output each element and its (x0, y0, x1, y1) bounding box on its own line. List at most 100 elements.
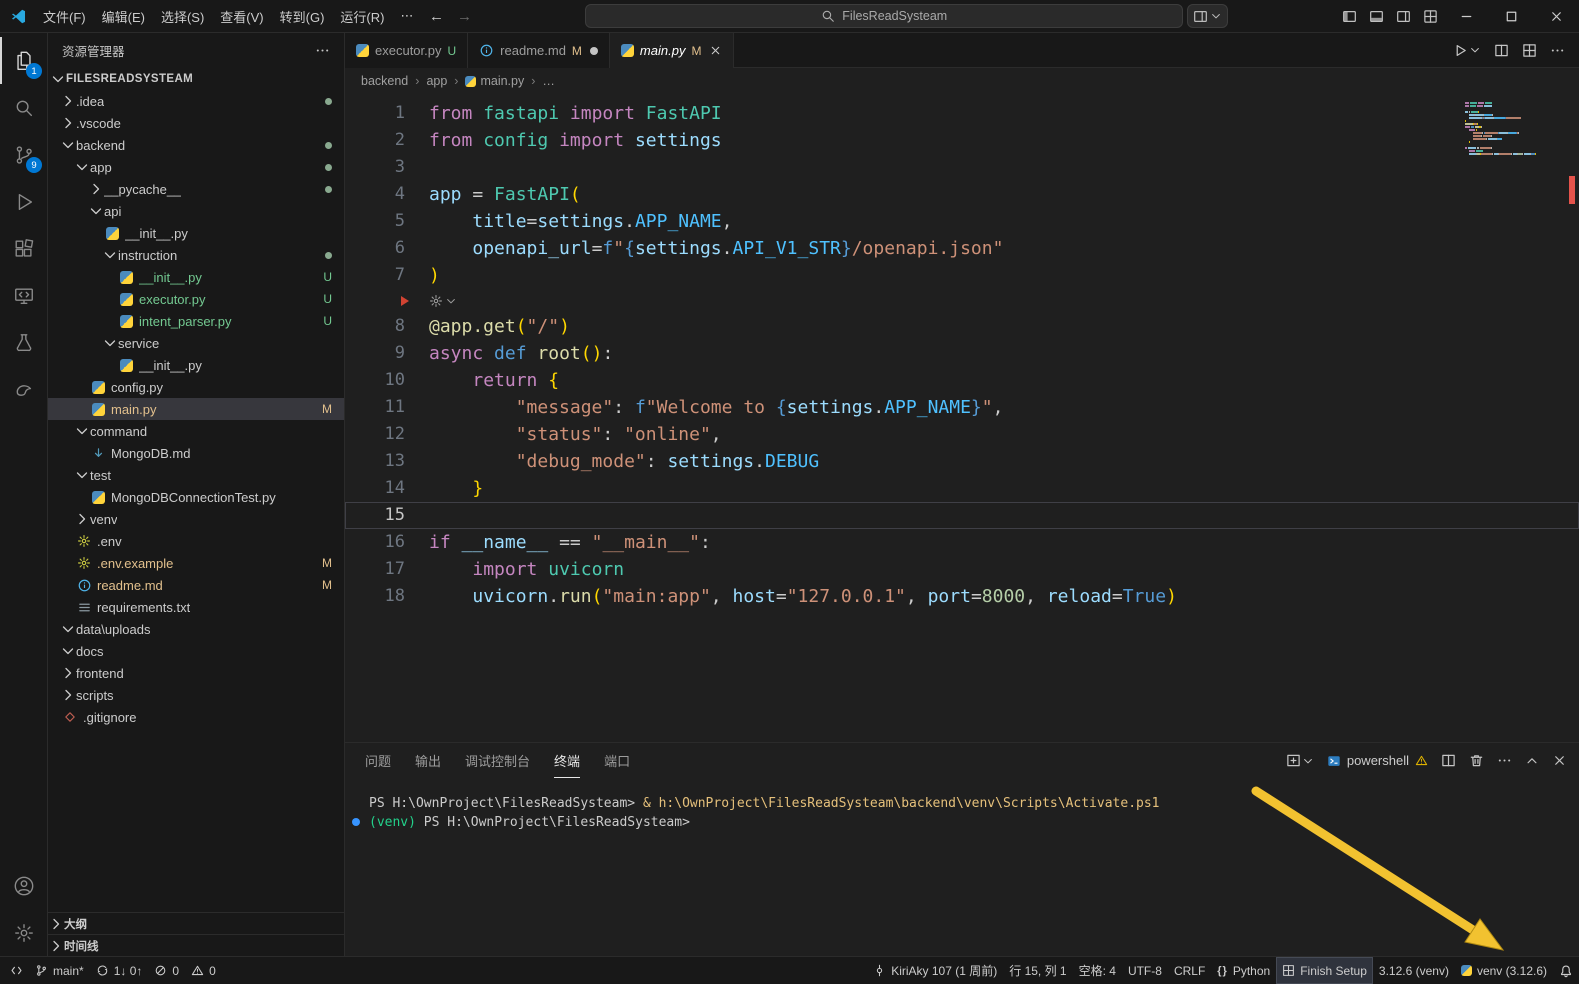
split-terminal-button[interactable] (1441, 753, 1456, 768)
toggle-secondary-sidebar-button[interactable] (1390, 2, 1417, 30)
code-line-18[interactable]: 18 uvicorn.run("main:app", host="127.0.0… (345, 583, 1579, 610)
close-panel-button[interactable] (1552, 753, 1567, 768)
tree-item-scripts[interactable]: scripts (48, 684, 344, 706)
language-mode[interactable]: {}Python (1211, 957, 1276, 984)
activity-source-control[interactable]: 9 (0, 131, 47, 178)
line-number[interactable]: 18 (345, 583, 405, 610)
menu-more[interactable]: ⋯ (392, 5, 421, 27)
panel-tab-ports[interactable]: 端口 (604, 743, 630, 778)
editor-more-actions[interactable] (1550, 43, 1565, 58)
tree-item-test[interactable]: test (48, 464, 344, 486)
code-line-7[interactable]: 7) (345, 262, 1579, 289)
activity-search[interactable] (0, 84, 47, 131)
line-number[interactable]: 9 (345, 340, 405, 367)
line-number[interactable]: 16 (345, 529, 405, 556)
line-number[interactable]: 17 (345, 556, 405, 583)
tree-item-requirements-txt[interactable]: requirements.txt (48, 596, 344, 618)
code-line-9[interactable]: 9async def root(): (345, 340, 1579, 367)
tree-item-config-py[interactable]: config.py (48, 376, 344, 398)
breadcrumb-item[interactable]: … (542, 74, 555, 88)
code-line-17[interactable]: 17 import uvicorn (345, 556, 1579, 583)
forward-button[interactable]: → (451, 8, 477, 25)
activity-accounts[interactable] (0, 862, 47, 909)
close-window-button[interactable] (1534, 0, 1579, 32)
tree-item-service[interactable]: service (48, 332, 344, 354)
menu-selection[interactable]: 选择(S) (153, 4, 212, 29)
toggle-panel-button[interactable] (1363, 2, 1390, 30)
notifications[interactable] (1553, 957, 1579, 984)
close-tab-icon[interactable] (709, 44, 722, 57)
code-line-1[interactable]: 1from fastapi import FastAPI (345, 100, 1579, 127)
customize-layout-button[interactable] (1417, 2, 1444, 30)
tree-item-intent-parser-py[interactable]: intent_parser.pyU (48, 310, 344, 332)
code-line-10[interactable]: 10 return { (345, 367, 1579, 394)
tree-item-mongodbconnectiontest-py[interactable]: MongoDBConnectionTest.py (48, 486, 344, 508)
python-interpreter[interactable]: 3.12.6 (venv) (1373, 957, 1455, 984)
tree-item-init-py[interactable]: __init__.py (48, 222, 344, 244)
code-line-12[interactable]: 12 "status": "online", (345, 421, 1579, 448)
tab-executor-py[interactable]: executor.pyU (345, 33, 468, 68)
maximize-button[interactable] (1489, 0, 1534, 32)
encoding[interactable]: UTF-8 (1122, 957, 1168, 984)
activity-extensions[interactable] (0, 225, 47, 272)
menu-run[interactable]: 运行(R) (332, 4, 392, 29)
tree-item-readme-md[interactable]: readme.mdM (48, 574, 344, 596)
tree-item-main-py[interactable]: main.pyM (48, 398, 344, 420)
line-number[interactable]: 6 (345, 235, 405, 262)
code-line-4[interactable]: 4app = FastAPI( (345, 181, 1579, 208)
code-editor[interactable]: 1from fastapi import FastAPI2from config… (345, 94, 1579, 742)
terminal-output[interactable]: PS H:\OwnProject\FilesReadSysteam> & h:\… (345, 778, 1579, 956)
code-line-11[interactable]: 11 "message": f"Welcome to {settings.APP… (345, 394, 1579, 421)
back-button[interactable]: ← (423, 8, 449, 25)
code-line-3[interactable]: 3 (345, 154, 1579, 181)
code-line-2[interactable]: 2from config import settings (345, 127, 1579, 154)
git-branch[interactable]: main* (29, 957, 90, 984)
tree-item-app[interactable]: app (48, 156, 344, 178)
eol[interactable]: CRLF (1168, 957, 1211, 984)
activity-testing[interactable] (0, 319, 47, 366)
menu-view[interactable]: 查看(V) (212, 4, 271, 29)
command-center-search[interactable]: FilesReadSysteam (585, 4, 1183, 28)
line-number[interactable]: 2 (345, 127, 405, 154)
python-venv[interactable]: venv (3.12.6) (1455, 957, 1553, 984)
tree-item-gitignore[interactable]: .gitignore (48, 706, 344, 728)
breadcrumb[interactable]: backend›app›main.py›… (345, 68, 1579, 94)
line-number[interactable]: 3 (345, 154, 405, 181)
line-number[interactable]: 13 (345, 448, 405, 475)
terminal-tab-powershell[interactable]: powershell (1327, 753, 1428, 768)
line-number[interactable]: 12 (345, 421, 405, 448)
tree-item-executor-py[interactable]: executor.pyU (48, 288, 344, 310)
code-line-8[interactable]: 8@app.get("/") (345, 313, 1579, 340)
tree-item-idea[interactable]: .idea (48, 90, 344, 112)
line-number[interactable]: 1 (345, 100, 405, 127)
line-number[interactable]: 8 (345, 313, 405, 340)
tree-item-pycache[interactable]: __pycache__ (48, 178, 344, 200)
project-section-header[interactable]: FILESREADSYSTEAM (48, 68, 344, 90)
activity-settings[interactable] (0, 909, 47, 956)
toggle-sidebar-button[interactable] (1336, 2, 1363, 30)
code-line-14[interactable]: 14 } (345, 475, 1579, 502)
tree-item-vscode[interactable]: .vscode (48, 112, 344, 134)
inline-run-widget[interactable] (345, 289, 1579, 313)
problems-errors[interactable]: 0 (148, 957, 185, 984)
panel-tab-debug-console[interactable]: 调试控制台 (465, 743, 530, 778)
tree-item-command[interactable]: command (48, 420, 344, 442)
line-number[interactable]: 15 (345, 502, 405, 529)
outline-section[interactable]: 大纲 (48, 912, 344, 934)
line-number[interactable]: 5 (345, 208, 405, 235)
breadcrumb-app[interactable]: app (426, 74, 447, 88)
cursor-position[interactable]: 行 15, 列 1 (1003, 957, 1072, 984)
tree-item-instruction[interactable]: instruction (48, 244, 344, 266)
tree-item-env[interactable]: .env (48, 530, 344, 552)
activity-remote-explorer[interactable] (0, 272, 47, 319)
breadcrumb-main-py[interactable]: main.py (465, 74, 524, 88)
line-number[interactable]: 11 (345, 394, 405, 421)
line-number[interactable]: 4 (345, 181, 405, 208)
timeline-section[interactable]: 时间线 (48, 934, 344, 956)
layout-control-dropdown[interactable] (1187, 4, 1228, 28)
problems-warnings[interactable]: 0 (185, 957, 222, 984)
kill-terminal-button[interactable] (1469, 753, 1484, 768)
maximize-panel-button[interactable] (1525, 754, 1539, 768)
activity-run-debug[interactable] (0, 178, 47, 225)
finish-setup[interactable]: Finish Setup (1276, 957, 1373, 984)
